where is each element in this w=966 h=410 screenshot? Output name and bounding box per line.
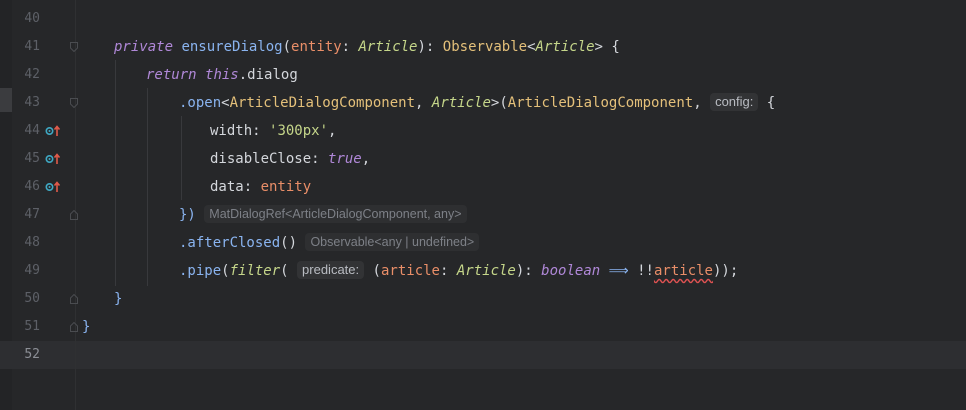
code-text: } <box>82 319 91 335</box>
code-text: disableClose: true, <box>210 151 371 167</box>
line-number: 43 <box>24 95 40 110</box>
line-number: 47 <box>24 207 40 222</box>
code-line[interactable]: 40 <box>0 5 966 33</box>
line-number: 49 <box>24 263 40 278</box>
line-number: 44 <box>24 123 40 138</box>
fold-close-icon[interactable] <box>70 294 78 304</box>
line-number: 42 <box>24 67 40 82</box>
code-line[interactable]: 41 private ensureDialog(entity: Article)… <box>0 33 966 61</box>
code-line[interactable]: 50 } <box>0 285 966 313</box>
line-number: 51 <box>24 319 40 334</box>
code-text: private ensureDialog(entity: Article): O… <box>114 39 620 55</box>
implementation-arrow-icon[interactable] <box>45 124 63 138</box>
fold-open-icon[interactable] <box>70 98 78 108</box>
line-number: 40 <box>24 11 40 26</box>
code-text: .pipe(filter( predicate: (article: Artic… <box>179 261 739 279</box>
code-text: }) MatDialogRef<ArticleDialogComponent, … <box>179 201 467 229</box>
implementation-arrow-icon[interactable] <box>45 180 63 194</box>
code-line[interactable]: 44 width: '300px', <box>0 117 966 145</box>
line-number: 46 <box>24 179 40 194</box>
code-editor[interactable]: 40 41 private ensureDialog(entity: Artic… <box>0 0 966 410</box>
fold-close-icon[interactable] <box>70 210 78 220</box>
code-line-current[interactable]: 52 <box>0 341 966 369</box>
code-line[interactable]: 43 .open<ArticleDialogComponent, Article… <box>0 89 966 117</box>
implementation-arrow-icon[interactable] <box>45 152 63 166</box>
line-number: 41 <box>24 39 40 54</box>
line-number: 45 <box>24 151 40 166</box>
inlay-hint: Observable<any | undefined> <box>305 233 480 251</box>
code-line[interactable]: 45 disableClose: true, <box>0 145 966 173</box>
code-line[interactable]: 51 } <box>0 313 966 341</box>
fold-open-icon[interactable] <box>70 42 78 52</box>
code-text: .afterClosed() Observable<any | undefine… <box>179 229 480 257</box>
code-line[interactable]: 42 return this.dialog <box>0 61 966 89</box>
code-text: data: entity <box>210 179 312 195</box>
code-text: return this.dialog <box>146 67 298 83</box>
code-line[interactable]: 46 data: entity <box>0 173 966 201</box>
line-number: 50 <box>24 291 40 306</box>
code-text: width: '300px', <box>210 123 337 139</box>
fold-close-icon[interactable] <box>70 322 78 332</box>
code-line[interactable]: 48 .afterClosed() Observable<any | undef… <box>0 229 966 257</box>
inlay-hint: MatDialogRef<ArticleDialogComponent, any… <box>204 205 467 223</box>
code-line[interactable]: 47 }) MatDialogRef<ArticleDialogComponen… <box>0 201 966 229</box>
unused-reference-warning: article <box>653 263 713 279</box>
line-number: 52 <box>24 347 40 362</box>
code-text: .open<ArticleDialogComponent, Article>(A… <box>179 93 776 111</box>
inlay-hint: config: <box>710 93 759 111</box>
code-line[interactable]: 49 .pipe(filter( predicate: (article: Ar… <box>0 257 966 285</box>
line-number: 48 <box>24 235 40 250</box>
code-text: } <box>114 291 123 307</box>
inlay-hint: predicate: <box>297 261 365 279</box>
